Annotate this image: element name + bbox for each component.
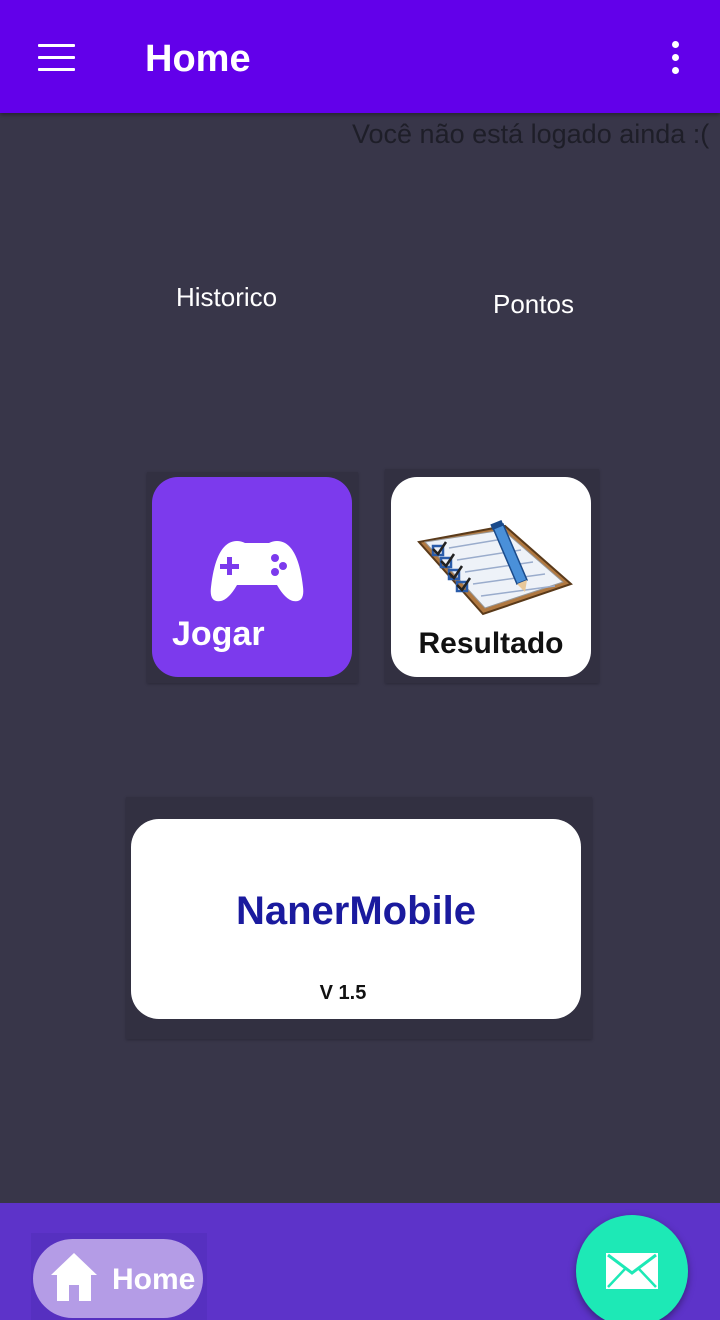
app-bar: Home bbox=[0, 0, 720, 113]
gamepad-icon bbox=[210, 541, 304, 602]
mail-icon bbox=[606, 1253, 658, 1289]
app-banner[interactable]: NanerMobile V 1.5 bbox=[131, 819, 581, 1019]
home-icon bbox=[51, 1253, 97, 1301]
jogar-label: Jogar bbox=[172, 615, 265, 653]
more-vert-icon[interactable] bbox=[656, 34, 696, 84]
resultado-label: Resultado bbox=[418, 627, 564, 660]
historico-link[interactable]: Historico bbox=[176, 280, 277, 314]
pontos-link[interactable]: Pontos bbox=[493, 287, 574, 321]
resultado-button[interactable]: Resultado bbox=[391, 477, 591, 677]
jogar-button[interactable]: Jogar bbox=[152, 477, 352, 677]
menu-icon[interactable] bbox=[26, 36, 86, 80]
app-name: NanerMobile bbox=[235, 889, 477, 933]
login-status-text: Você não está logado ainda :( bbox=[352, 119, 710, 149]
app-version: V 1.5 bbox=[319, 982, 367, 1004]
home-nav-label: Home bbox=[112, 1263, 196, 1296]
home-nav-button[interactable]: Home bbox=[33, 1239, 203, 1318]
mail-fab[interactable] bbox=[576, 1215, 688, 1320]
clipboard-checklist-icon bbox=[417, 519, 573, 616]
page-title: Home bbox=[145, 38, 251, 80]
